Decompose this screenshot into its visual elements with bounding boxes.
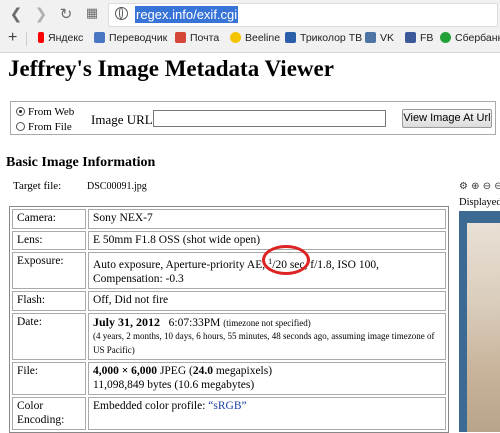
- lens-value: E 50mm F1.8 OSS (shot wide open): [88, 230, 446, 250]
- image-preview-panel: ⚙ ⊕ ⊖ ⊖ Displayed: [455, 178, 500, 432]
- table-row: File: 4,000 × 6,000 JPEG (24.0 megapixel…: [12, 362, 446, 395]
- color-profile-prefix: Embedded color profile:: [93, 400, 209, 412]
- file-megapixels: 24.0: [192, 365, 213, 377]
- forward-icon[interactable]: ❯: [31, 4, 51, 24]
- url-label: Image URL:: [91, 112, 157, 127]
- globe-icon: [115, 7, 128, 20]
- bookmark-vk[interactable]: VK: [365, 32, 394, 44]
- file-value: 4,000 × 6,000 JPEG (24.0 megapixels) 11,0…: [88, 362, 446, 395]
- file-mp-close: megapixels): [215, 365, 273, 377]
- mail-icon: [175, 32, 186, 43]
- timezone-note: (timezone not specified): [223, 317, 311, 328]
- page-title: Jeffrey's Image Metadata Viewer: [8, 56, 334, 81]
- photo-content: [467, 223, 500, 432]
- table-row: Color Encoding: Embedded color profile: …: [12, 397, 446, 430]
- exposure-label: Exposure:: [12, 252, 86, 289]
- table-row: Exposure: Auto exposure, Aperture-priori…: [12, 252, 446, 289]
- radio-from-file[interactable]: From File: [16, 121, 72, 133]
- date-value: July 31, 2012 6:07:33PM (timezone not sp…: [88, 312, 446, 360]
- bookmark-translator[interactable]: Переводчик: [94, 32, 167, 44]
- lens-label: Lens:: [12, 230, 86, 250]
- exposure-mode: Auto exposure, Aperture-priority AE,: [93, 259, 269, 271]
- reload-icon[interactable]: ↻: [56, 4, 76, 24]
- date-time: 6:07:33PM: [168, 316, 221, 329]
- target-file-value: DSC00091.jpg: [87, 181, 147, 192]
- bookmark-mail[interactable]: Почта: [175, 32, 219, 44]
- tricolor-icon: [285, 32, 296, 43]
- bookmark-yandex[interactable]: Яндекс: [38, 32, 83, 44]
- image-preview: [459, 211, 500, 432]
- file-dimensions: 4,000 × 6,000: [93, 365, 158, 377]
- file-label: File:: [12, 362, 86, 395]
- table-row: Date: July 31, 2012 6:07:33PM (timezone …: [12, 312, 446, 360]
- red-annotation-circle: [262, 245, 310, 275]
- address-bar[interactable]: regex.info/exif.cgi: [108, 3, 498, 27]
- radio-from-web[interactable]: From Web: [16, 106, 74, 118]
- zoom-tools-icon[interactable]: ⚙ ⊕ ⊖ ⊖: [459, 181, 500, 192]
- image-info-table: Camera: Sony NEX-7 Lens: E 50mm F1.8 OSS…: [9, 206, 449, 433]
- bookmark-beeline[interactable]: Beeline: [230, 32, 280, 44]
- bookmarks-bar: + Яндекс Переводчик Почта Beeline Трикол…: [0, 28, 500, 50]
- date-ago: (4 years, 2 months, 10 days, 6 hours, 55…: [93, 331, 435, 355]
- add-bookmark-icon[interactable]: +: [8, 29, 17, 47]
- table-row: Flash: Off, Did not fire: [12, 291, 446, 311]
- view-image-button[interactable]: View Image At Url: [402, 109, 492, 128]
- exposure-compensation: Compensation: -0.3: [93, 272, 184, 285]
- bookmark-fb[interactable]: FB: [405, 32, 433, 44]
- file-bytes: 11,098,849 bytes (10.6 megabytes): [93, 378, 255, 391]
- beeline-icon: [230, 32, 241, 43]
- yandex-icon: [38, 32, 44, 43]
- vk-icon: [365, 32, 376, 43]
- camera-value: Sony NEX-7: [88, 209, 446, 229]
- file-type: JPEG: [159, 365, 187, 377]
- target-file-label: Target file:: [13, 180, 62, 192]
- table-row: Camera: Sony NEX-7: [12, 209, 446, 229]
- section-title: Basic Image Information: [6, 155, 156, 170]
- bookmark-sberbank[interactable]: Сбербанк: [440, 32, 500, 44]
- apps-grid-icon[interactable]: ▦: [82, 4, 102, 24]
- date-date: July 31, 2012: [93, 314, 161, 329]
- facebook-icon: [405, 32, 416, 43]
- flash-label: Flash:: [12, 291, 86, 311]
- url-form: From Web From File Image URL: View Image…: [10, 101, 496, 135]
- radio-selected-icon: [16, 107, 25, 116]
- divider: [26, 32, 27, 46]
- browser-chrome: ❮ ❯ ↻ ▦ regex.info/exif.cgi + Яндекс Пер…: [0, 0, 500, 53]
- camera-label: Camera:: [12, 209, 86, 229]
- color-encoding-label: Color Encoding:: [12, 397, 86, 430]
- image-url-input[interactable]: [153, 110, 386, 127]
- exposure-aperture-iso: , f/1.8, ISO 100,: [304, 259, 379, 271]
- back-icon[interactable]: ❮: [6, 4, 26, 24]
- sberbank-icon: [440, 32, 451, 43]
- bookmark-tricolor[interactable]: Триколор ТВ: [285, 32, 362, 44]
- table-row: Lens: E 50mm F1.8 OSS (shot wide open): [12, 230, 446, 250]
- srgb-link[interactable]: “sRGB”: [208, 400, 246, 412]
- address-text[interactable]: regex.info/exif.cgi: [135, 6, 239, 23]
- radio-unselected-icon: [16, 122, 25, 131]
- date-label: Date:: [12, 312, 86, 360]
- translator-icon: [94, 32, 105, 43]
- flash-value: Off, Did not fire: [88, 291, 446, 311]
- displayed-label: Displayed: [459, 197, 500, 208]
- color-encoding-value: Embedded color profile: “sRGB”: [88, 397, 446, 430]
